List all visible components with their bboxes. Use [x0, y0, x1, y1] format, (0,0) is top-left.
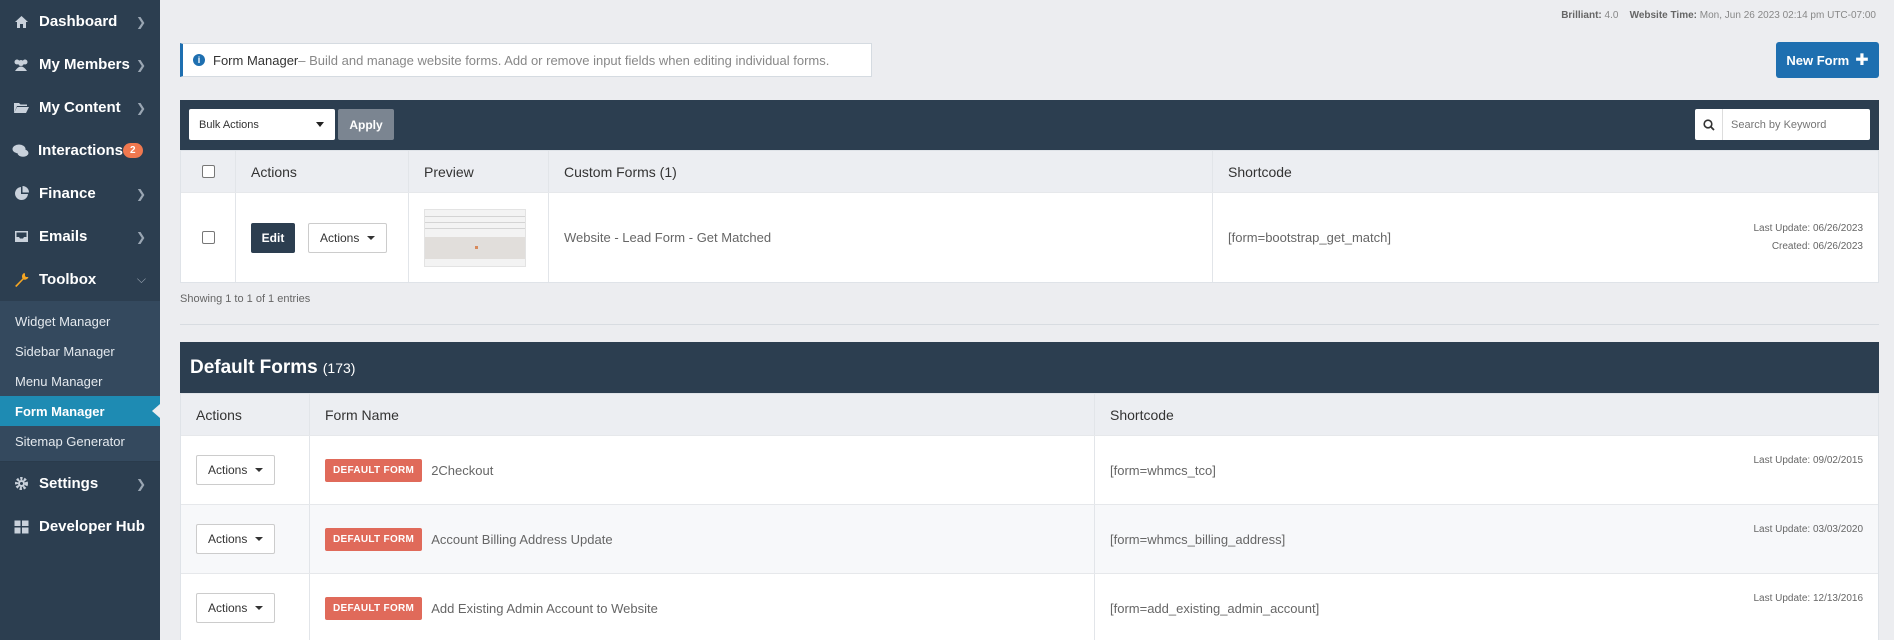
gear-icon — [12, 476, 30, 492]
chevron-right-icon: ❯ — [135, 229, 146, 244]
search-input[interactable] — [1723, 118, 1863, 131]
sidebar: Dashboard ❯ My Members ❯ My Content ❯ In… — [0, 0, 160, 640]
info-title: Form Manager — [213, 52, 299, 68]
grid-icon — [12, 519, 30, 535]
header-preview: Preview — [409, 151, 549, 192]
caret-down-icon — [255, 606, 264, 610]
form-preview-thumbnail[interactable] — [424, 208, 526, 267]
actions-dropdown[interactable]: Actions — [196, 524, 276, 554]
shortcode-text: [form=bootstrap_get_match] — [1228, 230, 1391, 245]
header-actions: Actions — [236, 151, 409, 192]
shortcode-text: [form=add_existing_admin_account] — [1110, 600, 1320, 616]
new-form-button[interactable]: New Form ✚ — [1776, 42, 1879, 78]
header-shortcode: Shortcode — [1110, 406, 1174, 423]
chevron-right-icon: ❯ — [135, 186, 146, 201]
nav-my-content[interactable]: My Content ❯ — [0, 86, 160, 129]
section-divider — [180, 324, 1879, 325]
sub-sidebar-manager[interactable]: Sidebar Manager — [0, 336, 160, 366]
caret-down-icon — [255, 537, 264, 541]
caret-down-icon — [255, 468, 264, 472]
row-checkbox[interactable] — [202, 231, 215, 244]
table-row: Edit Actions Website - Lead Form - Get M… — [181, 192, 1878, 282]
caret-down-icon — [316, 122, 324, 127]
default-forms-title: Default Forms — [190, 356, 318, 378]
actions-dropdown[interactable]: Actions — [196, 593, 276, 623]
nav-interactions[interactable]: Interactions 2 — [0, 129, 160, 172]
select-all-checkbox[interactable] — [202, 165, 215, 178]
caret-down-icon — [367, 235, 376, 240]
entries-count: Showing 1 to 1 of 1 entries — [180, 293, 311, 305]
pie-chart-icon — [12, 186, 30, 202]
wrench-icon — [12, 272, 30, 288]
row-dates: Last Update: 09/02/2015 — [1753, 455, 1863, 466]
header-shortcode: Shortcode — [1228, 163, 1292, 180]
info-icon: i — [193, 54, 205, 66]
header-custom-forms: Custom Forms (1) — [549, 151, 1213, 192]
actions-dropdown[interactable]: Actions — [196, 455, 276, 485]
nav-toolbox[interactable]: Toolbox ⌵ — [0, 258, 160, 301]
comments-icon — [12, 143, 29, 159]
chevron-right-icon: ❯ — [135, 476, 146, 491]
plus-icon: ✚ — [1855, 52, 1869, 69]
form-name[interactable]: Website - Lead Form - Get Matched — [549, 193, 1213, 282]
nav-dashboard[interactable]: Dashboard ❯ — [0, 0, 160, 43]
default-forms-header: Default Forms (173) — [180, 342, 1879, 393]
sub-menu-manager[interactable]: Menu Manager — [0, 366, 160, 396]
search-box — [1695, 109, 1870, 140]
shortcode-text: [form=whmcs_billing_address] — [1110, 531, 1286, 547]
nav-my-members[interactable]: My Members ❯ — [0, 43, 160, 86]
chevron-right-icon: ❯ — [135, 100, 146, 115]
row-dates: Last Update: 03/03/2020 — [1753, 524, 1863, 535]
nav-finance[interactable]: Finance ❯ — [0, 172, 160, 215]
shortcode-text: [form=whmcs_tco] — [1110, 462, 1216, 478]
custom-forms-toolbar: Bulk Actions Apply — [180, 100, 1879, 150]
row-dates: Last Update: 06/26/2023 Created: 06/26/2… — [1753, 222, 1863, 252]
table-row: Actions DEFAULT FORM 2Checkout [form=whm… — [181, 435, 1878, 504]
interactions-count-badge: 2 — [123, 143, 143, 158]
table-row: Actions DEFAULT FORM Account Billing Add… — [181, 504, 1878, 573]
custom-forms-table: Actions Preview Custom Forms (1) Shortco… — [180, 150, 1879, 283]
form-name[interactable]: Add Existing Admin Account to Website — [431, 601, 658, 616]
nav-developer-hub[interactable]: Developer Hub — [0, 505, 160, 548]
actions-dropdown[interactable]: Actions — [308, 222, 388, 253]
nav-emails[interactable]: Emails ❯ — [0, 215, 160, 258]
default-form-tag: DEFAULT FORM — [325, 527, 423, 551]
header-actions: Actions — [181, 394, 310, 435]
form-name[interactable]: 2Checkout — [431, 463, 493, 478]
default-form-tag: DEFAULT FORM — [325, 596, 423, 620]
info-text: – Build and manage website forms. Add or… — [298, 52, 830, 68]
folder-icon — [12, 100, 30, 116]
chevron-right-icon: ❯ — [135, 14, 146, 29]
sub-sitemap-generator[interactable]: Sitemap Generator — [0, 426, 160, 456]
apply-button[interactable]: Apply — [338, 109, 394, 140]
inbox-icon — [12, 229, 30, 245]
chevron-down-icon: ⌵ — [136, 272, 146, 286]
bulk-actions-select[interactable]: Bulk Actions — [189, 109, 335, 140]
table-header: Actions Preview Custom Forms (1) Shortco… — [181, 151, 1878, 192]
sub-widget-manager[interactable]: Widget Manager — [0, 306, 160, 336]
default-form-tag: DEFAULT FORM — [325, 458, 423, 482]
search-icon — [1695, 109, 1723, 140]
edit-button[interactable]: Edit — [251, 222, 295, 253]
info-banner: i Form Manager – Build and manage websit… — [180, 43, 872, 77]
default-forms-table: Actions Form Name Shortcode Actions DEFA… — [180, 393, 1879, 640]
sub-form-manager[interactable]: Form Manager — [0, 396, 160, 426]
table-header: Actions Form Name Shortcode — [181, 394, 1878, 435]
row-dates: Last Update: 12/13/2016 — [1753, 593, 1863, 604]
default-forms-count: (173) — [322, 359, 356, 376]
header-form-name: Form Name — [310, 394, 1095, 435]
nav-settings[interactable]: Settings ❯ — [0, 462, 160, 505]
table-row: Actions DEFAULT FORM Add Existing Admin … — [181, 573, 1878, 640]
toolbox-submenu: Widget Manager Sidebar Manager Menu Mana… — [0, 301, 160, 462]
users-icon — [12, 57, 30, 73]
top-meta: Brilliant: 4.0 Website Time: Mon, Jun 26… — [1561, 10, 1876, 21]
form-name[interactable]: Account Billing Address Update — [431, 532, 612, 547]
home-icon — [12, 14, 30, 30]
chevron-right-icon: ❯ — [135, 57, 146, 72]
